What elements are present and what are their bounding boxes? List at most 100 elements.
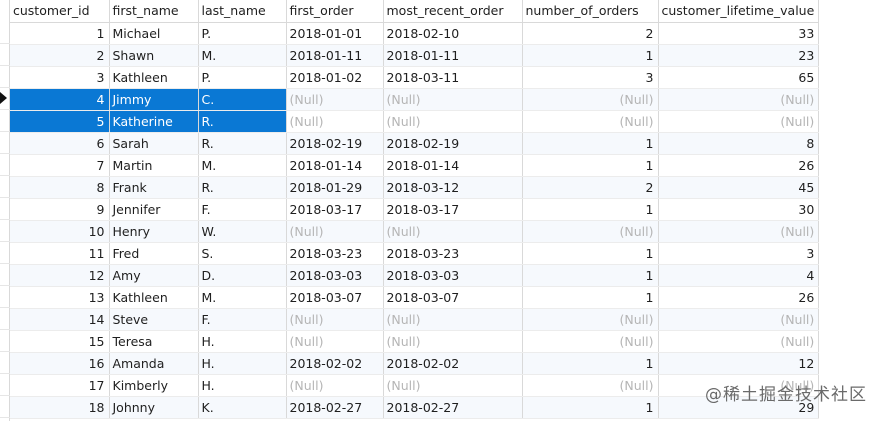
cell-first-name[interactable]: Kimberly [109, 374, 199, 397]
cell-first-name[interactable]: Fred [109, 242, 199, 265]
cell-number-of-orders[interactable]: 1 [522, 154, 659, 177]
table-row[interactable]: 13 Kathleen M. 2018-03-07 2018-03-07 1 26 [10, 286, 820, 309]
cell-customer-lifetime-value[interactable]: 3 [658, 242, 820, 265]
cell-customer-id[interactable]: 5 [10, 110, 110, 133]
cell-customer-lifetime-value[interactable]: 30 [658, 198, 820, 221]
cell-most-recent-order[interactable]: (Null) [383, 110, 523, 133]
cell-first-name[interactable]: Kathleen [109, 286, 199, 309]
table-row[interactable]: 12 Amy D. 2018-03-03 2018-03-03 1 4 [10, 264, 820, 287]
table-row[interactable]: 15 Teresa H. (Null) (Null) (Null) (Null) [10, 330, 820, 353]
row-selector[interactable] [0, 242, 10, 264]
cell-most-recent-order[interactable]: 2018-02-19 [383, 132, 523, 155]
cell-customer-lifetime-value[interactable]: (Null) [658, 220, 820, 243]
cell-number-of-orders[interactable]: (Null) [522, 374, 659, 397]
cell-last-name[interactable]: F. [198, 198, 287, 221]
cell-first-order[interactable]: (Null) [286, 88, 384, 111]
cell-last-name[interactable]: H. [198, 374, 287, 397]
row-selector[interactable] [0, 308, 10, 330]
cell-first-order[interactable]: 2018-01-14 [286, 154, 384, 177]
cell-most-recent-order[interactable]: 2018-03-23 [383, 242, 523, 265]
row-selector[interactable] [0, 132, 10, 154]
cell-last-name[interactable]: P. [198, 66, 287, 89]
cell-customer-id[interactable]: 4 [10, 88, 110, 111]
cell-number-of-orders[interactable]: 1 [522, 286, 659, 309]
cell-most-recent-order[interactable]: 2018-03-03 [383, 264, 523, 287]
cell-first-order[interactable]: (Null) [286, 110, 384, 133]
cell-first-order[interactable]: 2018-02-27 [286, 396, 384, 419]
cell-number-of-orders[interactable]: (Null) [522, 88, 659, 111]
cell-first-name[interactable]: Sarah [109, 132, 199, 155]
cell-most-recent-order[interactable]: 2018-01-11 [383, 44, 523, 67]
row-gutter[interactable] [0, 0, 10, 421]
cell-customer-lifetime-value[interactable]: 23 [658, 44, 820, 67]
cell-customer-id[interactable]: 14 [10, 308, 110, 331]
cell-customer-id[interactable]: 2 [10, 44, 110, 67]
cell-first-order[interactable]: (Null) [286, 330, 384, 353]
cell-most-recent-order[interactable]: 2018-02-10 [383, 22, 523, 45]
cell-customer-id[interactable]: 16 [10, 352, 110, 375]
cell-first-name[interactable]: Jimmy [109, 88, 199, 111]
cell-most-recent-order[interactable]: (Null) [383, 330, 523, 353]
cell-customer-id[interactable]: 8 [10, 176, 110, 199]
cell-most-recent-order[interactable]: 2018-03-12 [383, 176, 523, 199]
table-row[interactable]: 4 Jimmy C. (Null) (Null) (Null) (Null) [10, 88, 820, 111]
cell-first-name[interactable]: Jennifer [109, 198, 199, 221]
cell-customer-lifetime-value[interactable]: 12 [658, 352, 820, 375]
cell-number-of-orders[interactable]: 1 [522, 264, 659, 287]
cell-first-order[interactable]: 2018-03-17 [286, 198, 384, 221]
cell-first-name[interactable]: Amanda [109, 352, 199, 375]
row-selector[interactable] [0, 154, 10, 176]
cell-last-name[interactable]: H. [198, 352, 287, 375]
cell-last-name[interactable]: S. [198, 242, 287, 265]
cell-last-name[interactable]: F. [198, 308, 287, 331]
row-selector[interactable] [0, 88, 10, 110]
cell-customer-lifetime-value[interactable]: (Null) [658, 330, 820, 353]
cell-first-name[interactable]: Amy [109, 264, 199, 287]
cell-first-name[interactable]: Shawn [109, 44, 199, 67]
cell-number-of-orders[interactable]: (Null) [522, 308, 659, 331]
table-row[interactable]: 3 Kathleen P. 2018-01-02 2018-03-11 3 65 [10, 66, 820, 89]
column-header-customer-lifetime-value[interactable]: customer_lifetime_value [658, 0, 820, 23]
cell-number-of-orders[interactable]: 1 [522, 44, 659, 67]
cell-first-order[interactable]: 2018-01-02 [286, 66, 384, 89]
cell-last-name[interactable]: C. [198, 88, 287, 111]
cell-most-recent-order[interactable]: 2018-03-17 [383, 198, 523, 221]
cell-customer-id[interactable]: 13 [10, 286, 110, 309]
table-row[interactable]: 6 Sarah R. 2018-02-19 2018-02-19 1 8 [10, 132, 820, 155]
cell-customer-id[interactable]: 7 [10, 154, 110, 177]
cell-last-name[interactable]: D. [198, 264, 287, 287]
cell-first-order[interactable]: 2018-01-29 [286, 176, 384, 199]
cell-last-name[interactable]: R. [198, 132, 287, 155]
cell-first-name[interactable]: Frank [109, 176, 199, 199]
cell-last-name[interactable]: R. [198, 110, 287, 133]
cell-last-name[interactable]: M. [198, 44, 287, 67]
cell-first-order[interactable]: 2018-03-03 [286, 264, 384, 287]
cell-customer-lifetime-value[interactable]: 45 [658, 176, 820, 199]
column-header-first-order[interactable]: first_order [286, 0, 384, 23]
row-selector[interactable] [0, 44, 10, 66]
cell-first-name[interactable]: Johnny [109, 396, 199, 419]
row-selector[interactable] [0, 220, 10, 242]
cell-most-recent-order[interactable]: (Null) [383, 88, 523, 111]
cell-number-of-orders[interactable]: (Null) [522, 330, 659, 353]
cell-last-name[interactable]: M. [198, 286, 287, 309]
table-row[interactable]: 5 Katherine R. (Null) (Null) (Null) (Null) [10, 110, 820, 133]
cell-most-recent-order[interactable]: 2018-01-14 [383, 154, 523, 177]
cell-customer-lifetime-value[interactable]: (Null) [658, 308, 820, 331]
cell-customer-lifetime-value[interactable]: 33 [658, 22, 820, 45]
row-selector[interactable] [0, 264, 10, 286]
cell-first-name[interactable]: Teresa [109, 330, 199, 353]
cell-last-name[interactable]: H. [198, 330, 287, 353]
cell-customer-id[interactable]: 1 [10, 22, 110, 45]
cell-first-order[interactable]: (Null) [286, 374, 384, 397]
cell-last-name[interactable]: R. [198, 176, 287, 199]
cell-first-name[interactable]: Martin [109, 154, 199, 177]
cell-last-name[interactable]: M. [198, 154, 287, 177]
cell-customer-id[interactable]: 15 [10, 330, 110, 353]
cell-first-name[interactable]: Katherine [109, 110, 199, 133]
table-row[interactable]: 16 Amanda H. 2018-02-02 2018-02-02 1 12 [10, 352, 820, 375]
cell-last-name[interactable]: P. [198, 22, 287, 45]
cell-customer-id[interactable]: 9 [10, 198, 110, 221]
table-row[interactable]: 9 Jennifer F. 2018-03-17 2018-03-17 1 30 [10, 198, 820, 221]
row-selector[interactable] [0, 110, 10, 132]
